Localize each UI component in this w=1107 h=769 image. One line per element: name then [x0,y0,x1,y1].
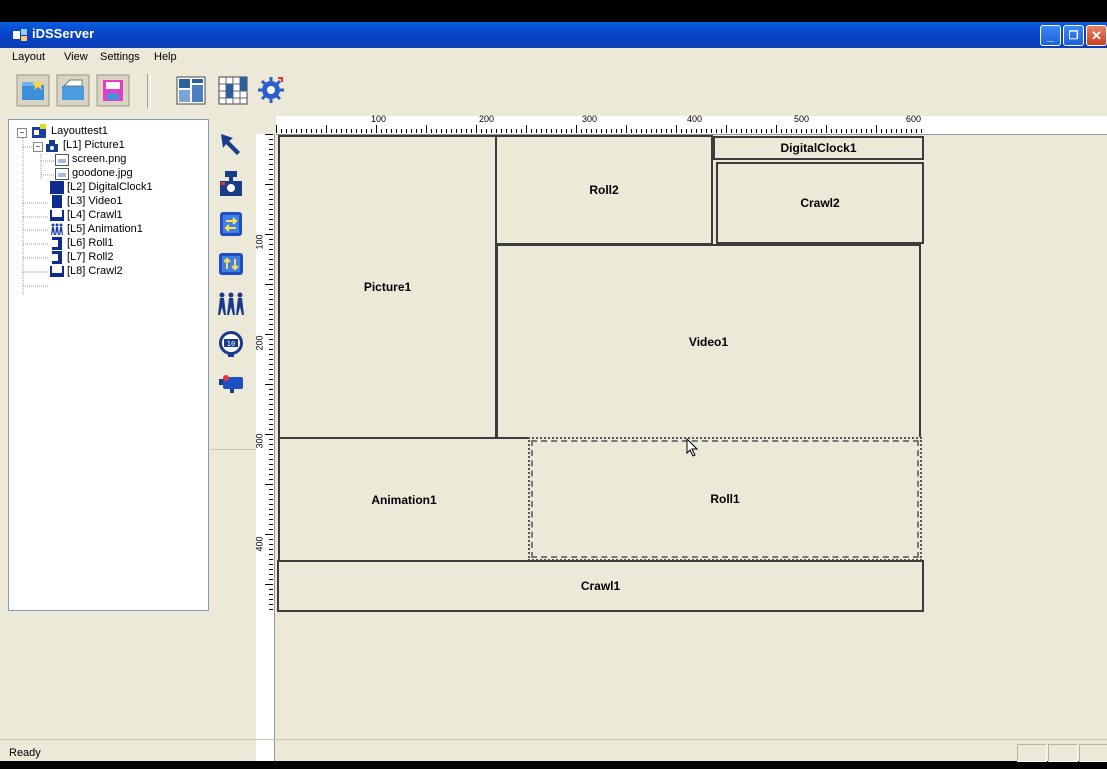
ruler-label: 400 [687,114,703,124]
tree-root-label: Layouttest1 [51,125,108,137]
tree-item-label: [L1] Picture1 [63,139,125,151]
layout-canvas[interactable]: Picture1 Roll2 DigitalClock1 Crawl2 Vide… [274,134,924,612]
image-file-icon [55,168,69,180]
app-window: iDSServer _ ❐ ✕ Layout View Settings Hel… [0,22,1107,762]
animation-people-icon[interactable] [216,289,246,319]
ruler-label: 100 [254,234,265,250]
mouse-cursor-icon [686,438,699,457]
region-picture1[interactable]: Picture1 [278,135,497,439]
status-bar: Ready [0,739,1107,762]
roll-block-icon [52,237,62,250]
new-layout-icon[interactable] [16,74,50,107]
digital-clock-icon[interactable]: 10 [216,329,246,359]
region-crawl1[interactable]: Crawl1 [277,560,924,612]
video-camera-icon[interactable] [216,369,246,399]
region-digitalclock1[interactable]: DigitalClock1 [713,136,924,160]
ruler-label: 100 [371,114,387,124]
status-text: Ready [9,747,41,759]
region-roll2[interactable]: Roll2 [495,135,713,245]
tree-item-label: [L8] Crawl2 [67,265,123,277]
image-file-icon [55,154,69,166]
menu-bar: Layout View Settings Help [0,48,1107,67]
region-animation1[interactable]: Animation1 [278,437,530,562]
ruler-corner [256,116,274,134]
ruler-label: 400 [254,536,265,552]
tree-item-label: [L7] Roll2 [67,251,114,263]
animation-people-icon [51,223,63,235]
tree-item-label: [L2] DigitalClock1 [67,181,153,193]
layout-root-icon [32,124,46,138]
tree-item-label: goodone.jpg [72,167,133,179]
roll-scroll-icon[interactable] [216,249,246,279]
open-folder-icon[interactable] [56,74,90,107]
crawl-block-icon [50,266,64,277]
tree-item-label: [L4] Crawl1 [67,209,123,221]
tool-palette: 10 [210,115,256,450]
schedule-grid-icon[interactable] [216,74,250,107]
restore-button[interactable]: ❐ [1063,25,1084,46]
clock-block-icon [50,181,64,194]
ruler-label: 200 [254,335,265,351]
ruler-label: 600 [906,114,922,124]
collapse-icon[interactable]: − [17,128,27,138]
minimize-button[interactable]: _ [1040,25,1061,46]
region-roll1[interactable]: Roll1 [528,437,922,561]
close-button[interactable]: ✕ [1086,25,1107,46]
window-title: iDSServer [32,26,95,41]
menu-help[interactable]: Help [154,51,177,63]
crawl-scroll-icon[interactable] [216,209,246,239]
tree-item-label: [L6] Roll1 [67,237,114,249]
settings-gear-icon[interactable] [254,74,288,107]
layout-properties-icon[interactable] [174,74,208,107]
tree-item-label: [L5] Animation1 [67,223,143,235]
region-video1[interactable]: Video1 [496,244,921,439]
status-panel [1048,744,1078,762]
picture-camera-icon[interactable] [216,169,246,199]
region-crawl2[interactable]: Crawl2 [716,162,924,244]
collapse-icon[interactable]: − [33,142,43,152]
save-disk-icon[interactable] [96,74,130,107]
layout-tree[interactable]: − Layouttest1 − [L1] Picture1 screen.png… [8,119,209,611]
title-bar[interactable]: iDSServer _ ❐ ✕ [0,22,1107,48]
vertical-ruler: 100 200 300 400 [254,134,275,761]
ruler-label: 300 [254,433,265,449]
select-arrow-icon[interactable] [216,129,246,159]
app-icon [13,29,27,41]
toolbar [0,69,1107,111]
crawl-block-icon [50,210,64,221]
tree-item-label: [L3] Video1 [67,195,123,207]
horizontal-ruler: 100 200 300 400 500 600 [276,114,1107,135]
ruler-label: 200 [479,114,495,124]
status-panel [1079,744,1107,762]
video-block-icon [52,195,62,208]
toolbar-separator [147,74,151,108]
tree-item-label: screen.png [72,153,127,165]
roll-block-icon [52,251,62,264]
menu-settings[interactable]: Settings [100,51,140,63]
menu-view[interactable]: View [64,51,88,63]
picture-camera-icon [46,140,58,152]
menu-layout[interactable]: Layout [12,51,45,63]
ruler-label: 500 [794,114,810,124]
ruler-label: 300 [582,114,598,124]
svg-text:10: 10 [227,340,235,348]
status-panel [1017,744,1047,762]
